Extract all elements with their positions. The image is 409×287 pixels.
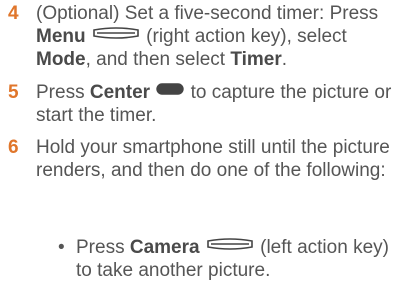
step-text: (Optional) Set a five-second timer: Pres… [36, 2, 406, 71]
step-number: 6 [8, 137, 19, 158]
bullet-lead-text: Press [76, 237, 130, 258]
mode-label: Mode [36, 49, 86, 71]
left-action-key-icon [205, 234, 255, 257]
step-text: Press Center to capture the picture or s… [36, 81, 406, 127]
timer-label: Timer [230, 49, 282, 71]
center-key-icon [155, 79, 185, 102]
center-key-label: Center [89, 82, 151, 103]
step-after-key-text: (right action key), select [140, 26, 347, 47]
bullet-text: Press Camera (left action key) to take a… [76, 236, 406, 282]
right-action-key-icon [91, 23, 141, 46]
bullet-marker: • [58, 237, 65, 258]
menu-key-label: Menu [36, 26, 86, 47]
step-mid-text: , and then select [85, 49, 231, 71]
step-lead-text: Press [36, 82, 90, 103]
step-number: 5 [8, 82, 19, 103]
instruction-document: 4 (Optional) Set a five-second timer: Pr… [0, 0, 409, 287]
camera-key-label: Camera [129, 237, 200, 258]
step-end-text: . [281, 49, 288, 71]
step-number: 4 [8, 3, 19, 24]
step-text: Hold your smartphone still until the pic… [36, 137, 390, 181]
step-lead-text: (Optional) Set a five-second timer: Pres… [36, 3, 379, 24]
